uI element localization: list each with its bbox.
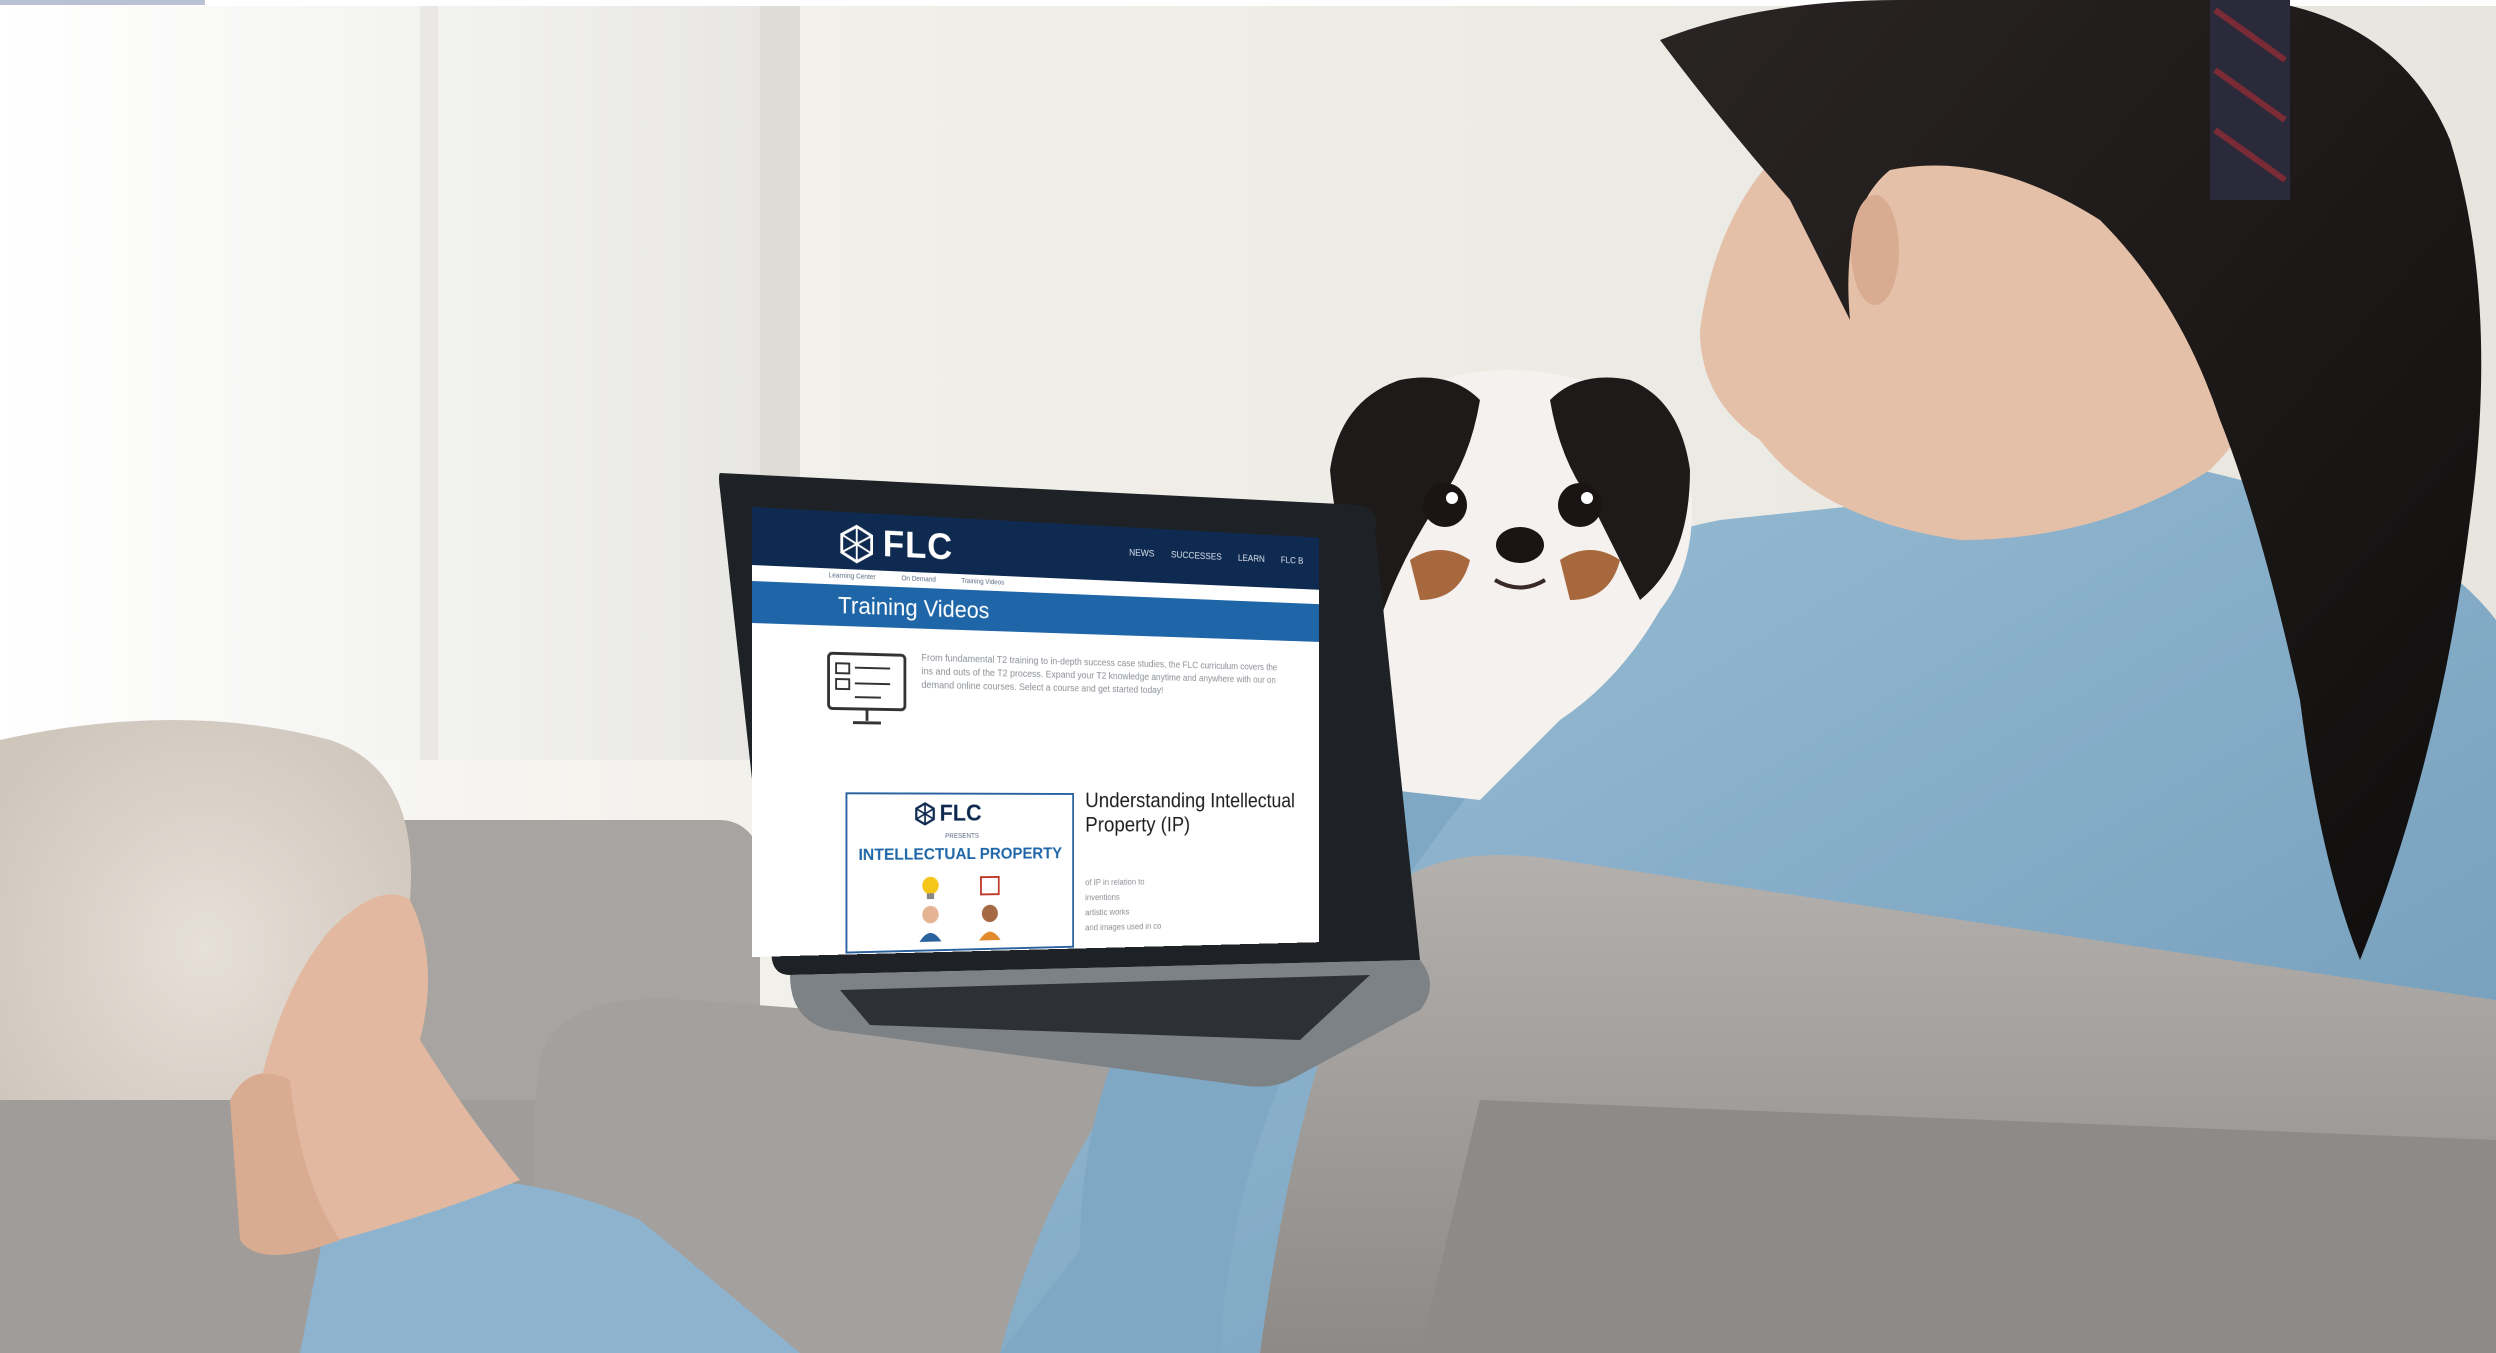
site-logo[interactable]: FLC — [838, 521, 953, 568]
card-illustration — [919, 873, 1020, 942]
course-thumbnail[interactable]: FLC PRESENTS INTELLECTUAL PROPERTY — [845, 792, 1074, 954]
breadcrumb-item[interactable]: Learning Center — [829, 572, 876, 581]
person-icon — [919, 905, 942, 942]
flc-logo-icon — [914, 802, 936, 825]
course-description-line: and images used in co — [1085, 921, 1162, 933]
card-logo-text: FLC — [939, 800, 982, 827]
intro-text: From fundamental T2 training to in-depth… — [921, 652, 1278, 697]
card-title: INTELLECTUAL PROPERTY — [858, 844, 1063, 864]
course-title[interactable]: Understanding Intellectual Property (IP) — [1085, 788, 1299, 837]
laptop-screen: FLC NEWS SUCCESSES LEARN FLC B Learning … — [752, 507, 1320, 957]
course-description: of IP in relation to inventions artistic… — [1085, 872, 1283, 935]
page-title-bar: Training Videos — [752, 581, 1320, 642]
photo-scene: FLC NEWS SUCCESSES LEARN FLC B Learning … — [0, 0, 2496, 1353]
nav-item-successes[interactable]: SUCCESSES — [1171, 550, 1222, 563]
nav-item-news[interactable]: NEWS — [1129, 548, 1154, 559]
nav-item-flc[interactable]: FLC B — [1281, 555, 1303, 566]
lightbulb-icon — [922, 876, 939, 900]
card-subtitle: PRESENTS — [945, 833, 980, 840]
page-title: Training Videos — [837, 592, 990, 625]
breadcrumb-item[interactable]: Training Videos — [961, 578, 1004, 587]
logo-text: FLC — [882, 523, 954, 568]
site-nav: NEWS SUCCESSES LEARN FLC B — [1129, 548, 1303, 567]
presentation-screen-icon — [825, 649, 909, 729]
breadcrumb-item[interactable]: On Demand — [901, 575, 935, 583]
card-logo: FLC — [914, 800, 982, 827]
nav-item-learn[interactable]: LEARN — [1238, 553, 1265, 564]
flc-logo-icon — [838, 523, 875, 564]
